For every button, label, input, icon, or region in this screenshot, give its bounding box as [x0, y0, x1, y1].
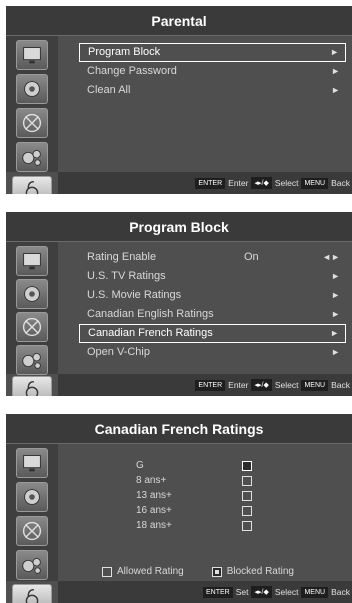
panel-title: Program Block: [6, 212, 352, 242]
menu-key: MENU: [301, 379, 329, 391]
sidebar: [6, 242, 58, 396]
rating-checkbox[interactable]: [242, 521, 252, 531]
setup-icon[interactable]: [16, 142, 48, 172]
select-hint: Select: [274, 587, 299, 597]
rating-row-13-ans[interactable]: 13 ans+: [136, 488, 286, 504]
blocked-legend: Blocked Rating: [211, 566, 294, 577]
select-hint: Select: [274, 380, 299, 390]
rating-label: 13 ans+: [136, 490, 172, 501]
menu-item-us-movie-ratings[interactable]: U.S. Movie Ratings ►: [79, 286, 346, 305]
canadian-french-ratings-panel: Canadian French Ratings G 8 ans+ 13 ans+…: [6, 414, 352, 603]
item-label: Change Password: [87, 65, 177, 77]
rating-row-g[interactable]: G: [136, 458, 286, 474]
blocked-label: Blocked Rating: [226, 566, 294, 577]
rating-label: 16 ans+: [136, 505, 172, 516]
enter-key: ENTER: [202, 586, 233, 598]
picture-icon[interactable]: [16, 246, 48, 276]
rating-legend: Allowed Rating Blocked Rating: [102, 566, 294, 577]
item-label: U.S. Movie Ratings: [87, 289, 182, 301]
item-label: Clean All: [87, 84, 131, 96]
setup-icon[interactable]: [16, 345, 48, 375]
setup-icon[interactable]: [16, 550, 48, 580]
picture-icon[interactable]: [16, 448, 48, 478]
rating-label: G: [136, 460, 144, 471]
nav-key: ◂▸/◆: [251, 379, 272, 391]
allowed-box-icon: [102, 566, 112, 577]
item-label: Canadian French Ratings: [88, 327, 213, 339]
blocked-box-icon: [211, 566, 222, 577]
sidebar: [6, 444, 58, 603]
help-bar: ENTER Enter ◂▸/◆ Select MENU Back: [58, 172, 352, 194]
item-label: Rating Enable: [87, 251, 157, 263]
sound-icon[interactable]: [16, 482, 48, 512]
parental-panel: Parental Program Block ► Change Password…: [6, 6, 352, 194]
program-block-panel: Program Block Rating Enable On ◄► U.S. T…: [6, 212, 352, 396]
rating-label: 18 ans+: [136, 520, 172, 531]
rating-checkbox[interactable]: [242, 476, 252, 486]
sound-icon[interactable]: [16, 74, 48, 104]
allowed-label: Allowed Rating: [117, 566, 184, 577]
menu-item-change-password[interactable]: Change Password ►: [79, 62, 346, 81]
menu-key: MENU: [301, 177, 329, 189]
picture-icon[interactable]: [16, 40, 48, 70]
rating-enable-value: On: [244, 251, 259, 263]
sidebar: [6, 36, 58, 194]
rating-row-16-ans[interactable]: 16 ans+: [136, 503, 286, 519]
enter-hint: Enter: [228, 380, 249, 390]
menu-key: MENU: [301, 586, 329, 598]
rating-checkbox[interactable]: [242, 506, 252, 516]
rating-checkbox[interactable]: [242, 491, 252, 501]
channel-icon[interactable]: [16, 108, 48, 138]
parental-menu: Program Block ► Change Password ► Clean …: [79, 43, 346, 100]
nav-key: ◂▸/◆: [251, 177, 272, 189]
item-label: U.S. TV Ratings: [87, 270, 166, 282]
help-bar: ENTER Enter ◂▸/◆ Select MENU Back: [58, 374, 352, 396]
channel-icon[interactable]: [16, 516, 48, 546]
rating-row-18-ans[interactable]: 18 ans+: [136, 518, 286, 534]
menu-item-canadian-french-ratings[interactable]: Canadian French Ratings ►: [79, 324, 346, 343]
allowed-legend: Allowed Rating: [102, 566, 184, 577]
select-hint: Select: [274, 178, 299, 188]
panel-title: Parental: [6, 6, 352, 36]
panel-title: Canadian French Ratings: [6, 414, 352, 444]
help-bar: ENTER Set ◂▸/◆ Select MENU Back: [58, 581, 352, 603]
menu-item-canadian-english-ratings[interactable]: Canadian English Ratings ►: [79, 305, 346, 324]
rating-label: 8 ans+: [136, 475, 167, 486]
right-arrow-icon: ►: [331, 66, 340, 76]
right-arrow-icon: ►: [330, 328, 339, 338]
rating-checkbox[interactable]: [242, 461, 252, 471]
menu-item-program-block[interactable]: Program Block ►: [79, 43, 346, 62]
nav-key: ◂▸/◆: [251, 586, 272, 598]
back-hint: Back: [331, 587, 350, 597]
sound-icon[interactable]: [16, 279, 48, 309]
menu-item-clean-all[interactable]: Clean All ►: [79, 81, 346, 100]
left-right-arrow-icon: ◄►: [322, 252, 340, 262]
parental-lock-icon[interactable]: [12, 376, 52, 396]
channel-icon[interactable]: [16, 312, 48, 342]
parental-lock-icon[interactable]: [12, 584, 52, 603]
menu-item-rating-enable[interactable]: Rating Enable On ◄►: [79, 248, 346, 267]
set-hint: Set: [235, 587, 249, 597]
menu-item-us-tv-ratings[interactable]: U.S. TV Ratings ►: [79, 267, 346, 286]
back-hint: Back: [331, 380, 350, 390]
right-arrow-icon: ►: [331, 290, 340, 300]
enter-key: ENTER: [195, 379, 226, 391]
right-arrow-icon: ►: [331, 347, 340, 357]
item-label: Open V-Chip: [87, 346, 150, 358]
right-arrow-icon: ►: [331, 271, 340, 281]
right-arrow-icon: ►: [331, 85, 340, 95]
enter-hint: Enter: [228, 178, 249, 188]
item-label: Program Block: [88, 46, 161, 58]
parental-lock-icon[interactable]: [12, 176, 52, 194]
rating-row-8-ans[interactable]: 8 ans+: [136, 473, 286, 489]
item-label: Canadian English Ratings: [87, 308, 214, 320]
back-hint: Back: [331, 178, 350, 188]
menu-item-open-v-chip[interactable]: Open V-Chip ►: [79, 343, 346, 362]
right-arrow-icon: ►: [330, 47, 339, 57]
right-arrow-icon: ►: [331, 309, 340, 319]
enter-key: ENTER: [195, 177, 226, 189]
program-block-menu: Rating Enable On ◄► U.S. TV Ratings ► U.…: [79, 248, 346, 362]
